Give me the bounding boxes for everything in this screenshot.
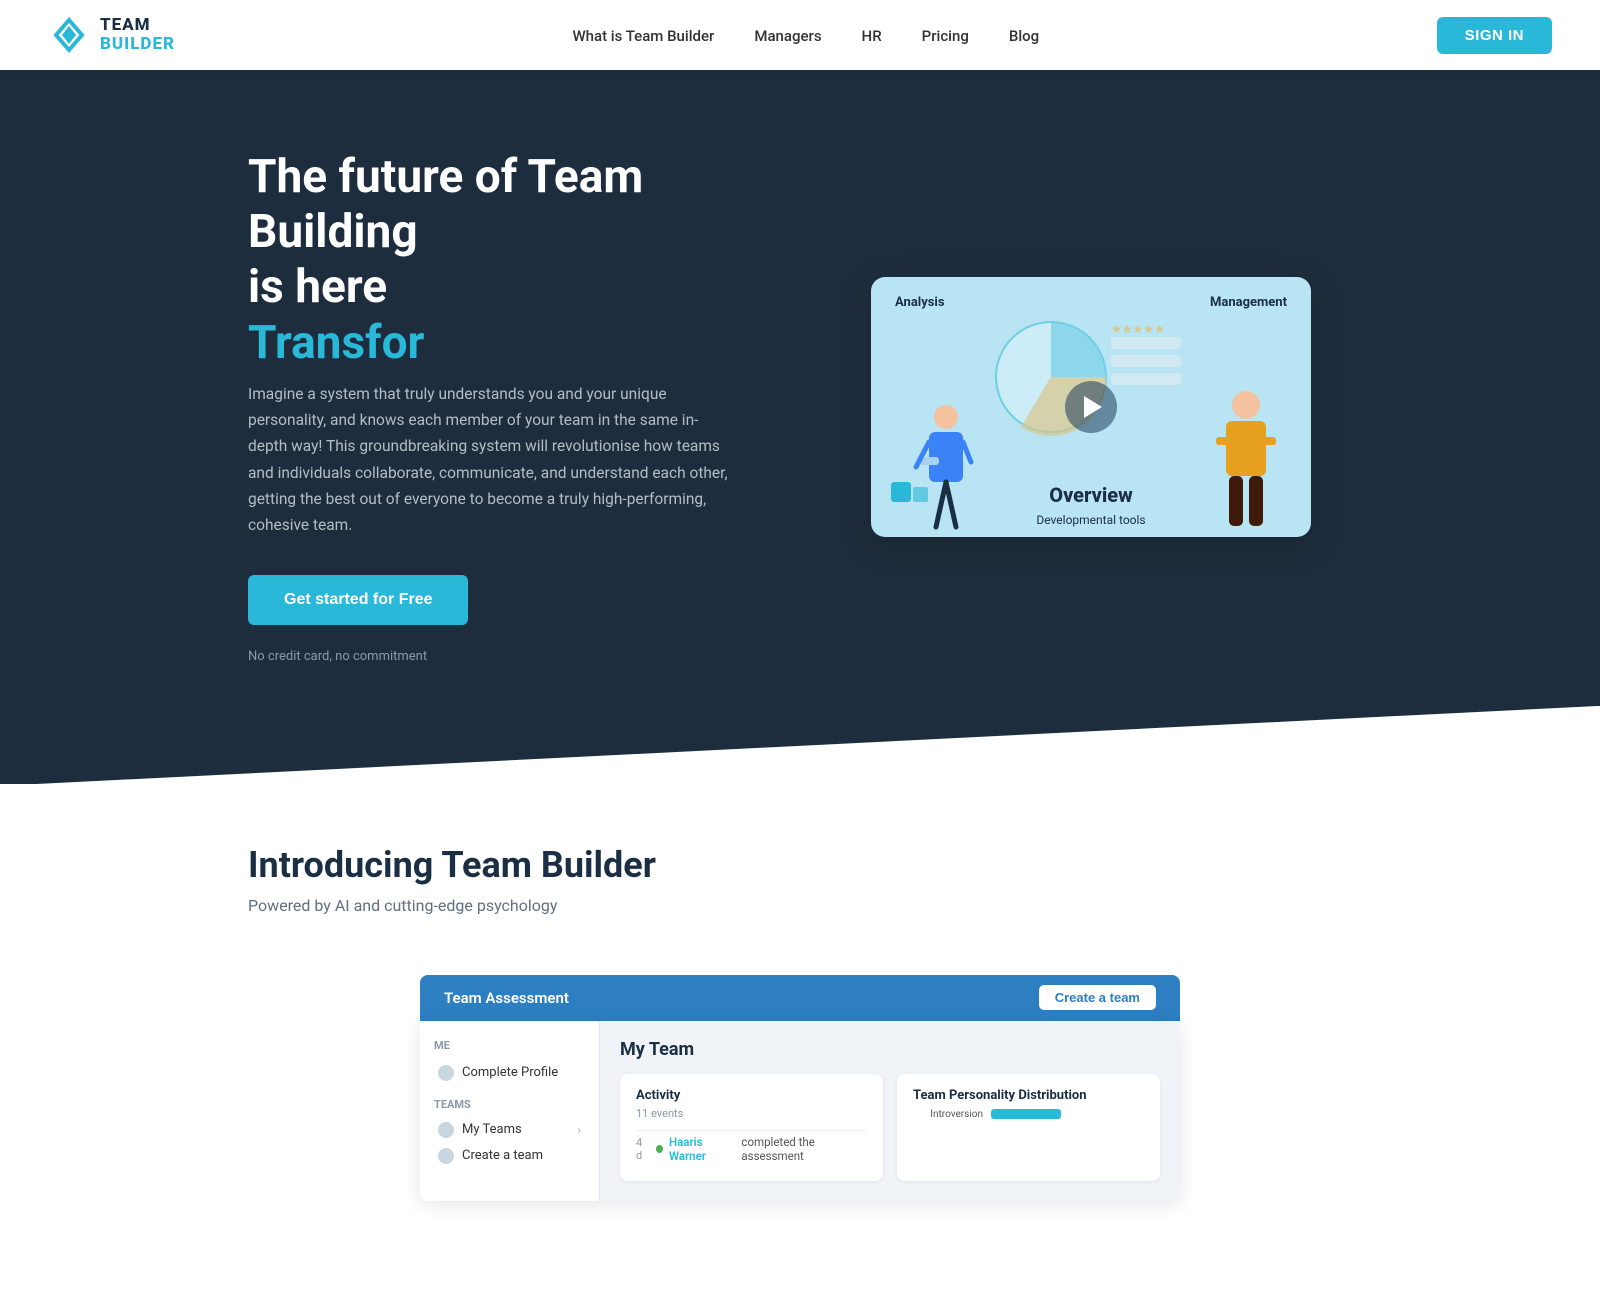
dashboard-cards: Activity 11 events 4 d Haaris Warner com… <box>620 1074 1160 1181</box>
hero-title-accent: Transfor <box>248 316 424 370</box>
dashboard-mockup: Team Assessment Create a team ME Complet… <box>248 975 1352 1201</box>
video-overview-label: Overview <box>1049 483 1132 507</box>
nav-blog[interactable]: Blog <box>1009 27 1039 45</box>
video-labels: Analysis Management <box>871 295 1311 310</box>
nav-managers[interactable]: Managers <box>754 27 821 45</box>
activity-subtitle: 11 events <box>636 1107 867 1120</box>
nav-pricing[interactable]: Pricing <box>922 27 969 45</box>
signin-button[interactable]: SIGN IN <box>1437 17 1552 54</box>
personality-title: Team Personality Distribution <box>913 1088 1144 1103</box>
sidebar-teams-label: TEAMS <box>434 1098 585 1111</box>
chevron-right-icon: › <box>577 1123 581 1137</box>
personality-bar-fill <box>991 1109 1061 1119</box>
svg-text:★★★★★: ★★★★★ <box>1111 322 1165 336</box>
personality-label: Introversion <box>913 1109 983 1120</box>
logo-builder-label: BUILDER <box>100 35 175 54</box>
no-credit-text: No credit card, no commitment <box>248 649 770 664</box>
video-card[interactable]: Analysis Management ★★★★★ Ove <box>871 277 1311 537</box>
cta-button[interactable]: Get started for Free <box>248 575 468 625</box>
sidebar-my-teams[interactable]: My Teams › <box>434 1117 585 1143</box>
activity-time: 4 d <box>636 1136 650 1162</box>
activity-card: Activity 11 events 4 d Haaris Warner com… <box>620 1074 883 1181</box>
hero-description: Imagine a system that truly understands … <box>248 381 728 539</box>
section-intro: Introducing Team Builder Powered by AI a… <box>200 784 1400 945</box>
hero-content: The future of Team Building is here Tran… <box>248 150 770 664</box>
sidebar-me-label: ME <box>434 1039 585 1052</box>
dashboard-bar: Team Assessment Create a team <box>420 975 1180 1021</box>
activity-item: 4 d Haaris Warner completed the assessme… <box>636 1130 867 1167</box>
activity-person[interactable]: Haaris Warner <box>669 1135 735 1163</box>
hero-video: Analysis Management ★★★★★ Ove <box>830 277 1352 537</box>
personality-bars: Introversion <box>913 1109 1144 1120</box>
navbar: TEAM BUILDER What is Team Builder Manage… <box>0 0 1600 70</box>
create-team-button[interactable]: Create a team <box>1039 985 1156 1010</box>
my-team-title: My Team <box>620 1039 1160 1060</box>
teams-icon <box>438 1122 454 1138</box>
logo-text: TEAM BUILDER <box>100 16 175 53</box>
nav-links: What is Team Builder Managers HR Pricing… <box>572 26 1039 45</box>
figure-man <box>1211 387 1281 537</box>
dashboard-bar-title: Team Assessment <box>444 989 569 1007</box>
introducing-section: Introducing Team Builder Powered by AI a… <box>0 784 1600 1301</box>
personality-card: Team Personality Distribution Introversi… <box>897 1074 1160 1181</box>
sidebar-complete-profile[interactable]: Complete Profile <box>434 1060 585 1086</box>
logo[interactable]: TEAM BUILDER <box>48 14 175 56</box>
video-label-management: Management <box>1210 295 1287 310</box>
personality-bar-row: Introversion <box>913 1109 1144 1120</box>
intro-subtitle: Powered by AI and cutting-edge psycholog… <box>248 896 1352 915</box>
hero-section: The future of Team Building is here Tran… <box>0 70 1600 784</box>
video-play-button[interactable] <box>1065 381 1117 433</box>
nav-hr[interactable]: HR <box>862 27 882 45</box>
hero-title: The future of Team Building is here Tran… <box>248 150 770 371</box>
video-dev-label: Developmental tools <box>1036 513 1145 527</box>
create-icon <box>438 1148 454 1164</box>
activity-title: Activity <box>636 1088 867 1103</box>
sidebar-create-team[interactable]: Create a team <box>434 1143 585 1169</box>
green-dot-icon <box>656 1145 663 1153</box>
dashboard-body: ME Complete Profile TEAMS My Teams › Cre… <box>420 1021 1180 1201</box>
dashboard-sidebar: ME Complete Profile TEAMS My Teams › Cre… <box>420 1021 600 1201</box>
video-boxes <box>891 467 941 507</box>
dashboard-main: My Team Activity 11 events 4 d Haaris Wa… <box>600 1021 1180 1201</box>
nav-what-is-team-builder[interactable]: What is Team Builder <box>572 27 714 45</box>
logo-icon <box>48 14 90 56</box>
dashboard-wrapper: Team Assessment Create a team ME Complet… <box>200 975 1400 1261</box>
logo-team-label: TEAM <box>100 16 175 35</box>
profile-icon <box>438 1065 454 1081</box>
activity-action: completed the assessment <box>741 1135 867 1163</box>
intro-title: Introducing Team Builder <box>248 844 1352 886</box>
video-label-analysis: Analysis <box>895 295 945 310</box>
